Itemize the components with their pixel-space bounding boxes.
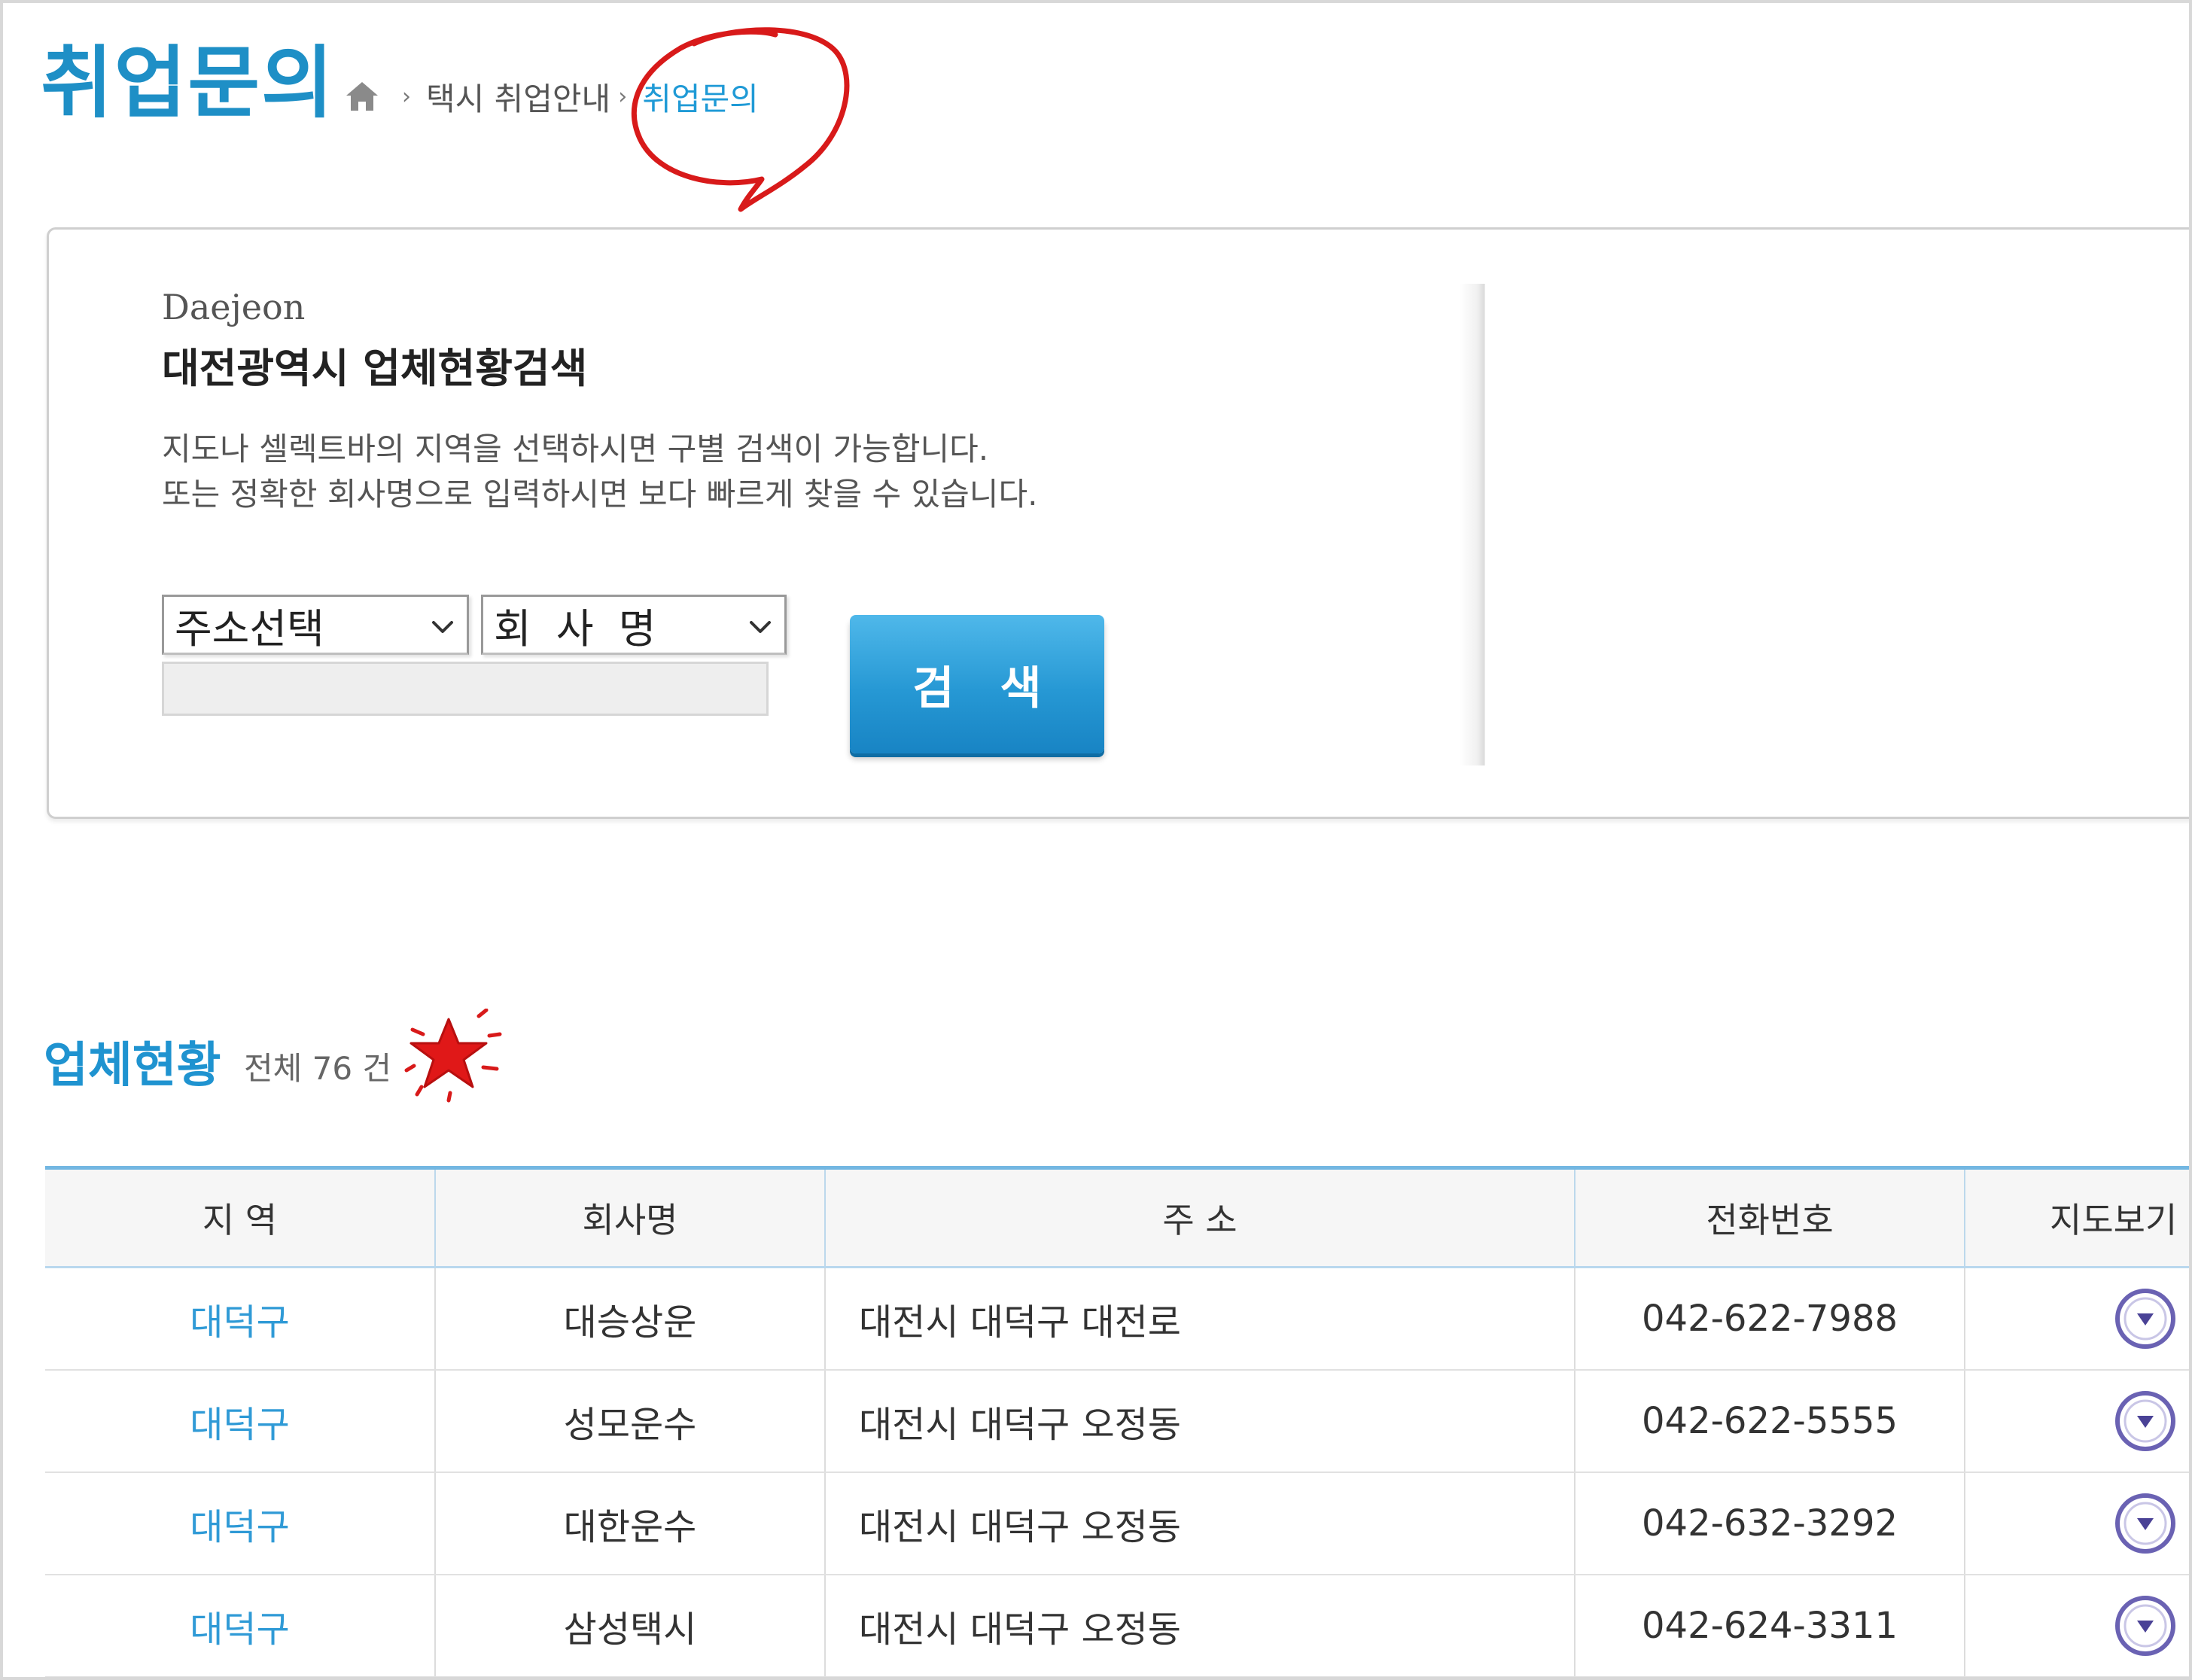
search-panel-title: 대전광역시 업체현황검색 bbox=[162, 345, 588, 392]
search-field-select[interactable]: 회 사 명 bbox=[481, 595, 787, 655]
column-header-map: 지도보기 bbox=[1965, 1166, 2189, 1268]
home-icon[interactable] bbox=[343, 79, 381, 114]
region-select-value: 주소선택 bbox=[175, 604, 324, 653]
company-address: 대전시 대덕구 대전로 bbox=[825, 1267, 1576, 1371]
city-english-label: Daejeon bbox=[162, 287, 306, 327]
company-name: 성모운수 bbox=[435, 1370, 826, 1473]
column-header-company: 회사명 bbox=[435, 1166, 826, 1268]
map-cell bbox=[1965, 1267, 2189, 1371]
search-description: 지도나 셀렉트바의 지역을 선택하시면 구별 검색이 가능합니다. 또는 정확한… bbox=[162, 427, 1037, 517]
panel-divider bbox=[1460, 284, 1485, 765]
region-select[interactable]: 주소선택 bbox=[162, 595, 469, 655]
company-name: 대승상운 bbox=[435, 1267, 826, 1371]
red-star-annotation bbox=[404, 1009, 502, 1103]
breadcrumb: › 택시 취업안내 › 취업문의 bbox=[343, 66, 759, 126]
company-address: 대전시 대덕구 오정동 bbox=[825, 1370, 1576, 1473]
search-description-line: 또는 정확한 회사명으로 입력하시면 보다 빠르게 찾을 수 있습니다. bbox=[162, 476, 1038, 513]
company-name: 삼성택시 bbox=[435, 1575, 826, 1677]
chevron-down-icon bbox=[432, 621, 453, 633]
company-phone: 042-632-3292 bbox=[1575, 1472, 1965, 1575]
table-row: 대덕구 대승상운 대전시 대덕구 대전로 042-622-7988 bbox=[45, 1267, 2189, 1371]
company-phone: 042-622-7988 bbox=[1575, 1267, 1965, 1371]
table-header-row: 지 역 회사명 주 소 전화번호 지도보기 bbox=[45, 1166, 2189, 1268]
table-row: 대덕구 대한운수 대전시 대덕구 오정동 042-632-3292 bbox=[45, 1472, 2189, 1575]
company-search-panel: Daejeon 대전광역시 업체현황검색 지도나 셀렉트바의 지역을 선택하시면… bbox=[47, 227, 2189, 819]
company-phone: 042-624-3311 bbox=[1575, 1575, 1965, 1677]
region-link[interactable]: 대덕구 bbox=[45, 1267, 436, 1371]
search-field-select-value: 회 사 명 bbox=[494, 604, 662, 653]
company-phone: 042-622-5555 bbox=[1575, 1370, 1965, 1473]
search-input[interactable] bbox=[162, 662, 769, 716]
search-description-line: 지도나 셀렉트바의 지역을 선택하시면 구별 검색이 가능합니다. bbox=[162, 431, 989, 467]
company-address: 대전시 대덕구 오정동 bbox=[825, 1472, 1576, 1575]
search-button[interactable]: 검 색 bbox=[850, 615, 1104, 753]
map-cell bbox=[1965, 1472, 2189, 1575]
region-link[interactable]: 대덕구 bbox=[45, 1575, 436, 1677]
page-title: 취업문의 bbox=[41, 37, 335, 129]
table-row: 대덕구 삼성택시 대전시 대덕구 오정동 042-624-3311 bbox=[45, 1575, 2189, 1677]
region-link[interactable]: 대덕구 bbox=[45, 1370, 436, 1473]
company-table: 지 역 회사명 주 소 전화번호 지도보기 대덕구 대승상운 대전시 대덕구 대… bbox=[45, 1166, 2189, 1677]
company-name: 대한운수 bbox=[435, 1472, 826, 1575]
map-view-button-icon[interactable] bbox=[2114, 1595, 2176, 1657]
breadcrumb-item-current[interactable]: 취업문의 bbox=[642, 74, 759, 120]
column-header-region: 지 역 bbox=[45, 1166, 436, 1268]
column-header-address: 주 소 bbox=[825, 1166, 1576, 1268]
map-cell bbox=[1965, 1575, 2189, 1677]
map-cell bbox=[1965, 1370, 2189, 1473]
map-view-button-icon[interactable] bbox=[2114, 1390, 2176, 1452]
column-header-phone: 전화번호 bbox=[1575, 1166, 1965, 1268]
page: 취업문의 › 택시 취업안내 › 취업문의 Daejeon 대전광역시 업체현황… bbox=[0, 0, 2192, 1680]
company-address: 대전시 대덕구 오정동 bbox=[825, 1575, 1576, 1677]
chevron-right-icon: › bbox=[618, 83, 628, 110]
list-title: 업체현황 bbox=[44, 1038, 221, 1094]
table-row: 대덕구 성모운수 대전시 대덕구 오정동 042-622-5555 bbox=[45, 1370, 2189, 1473]
map-view-button-icon[interactable] bbox=[2114, 1493, 2176, 1554]
list-count: 전체 76 건 bbox=[244, 1050, 392, 1087]
region-link[interactable]: 대덕구 bbox=[45, 1472, 436, 1575]
chevron-down-icon bbox=[750, 621, 771, 633]
map-view-button-icon[interactable] bbox=[2114, 1288, 2176, 1350]
chevron-right-icon: › bbox=[402, 83, 411, 110]
breadcrumb-item-taxi-job-guide[interactable]: 택시 취업안내 bbox=[426, 74, 610, 120]
